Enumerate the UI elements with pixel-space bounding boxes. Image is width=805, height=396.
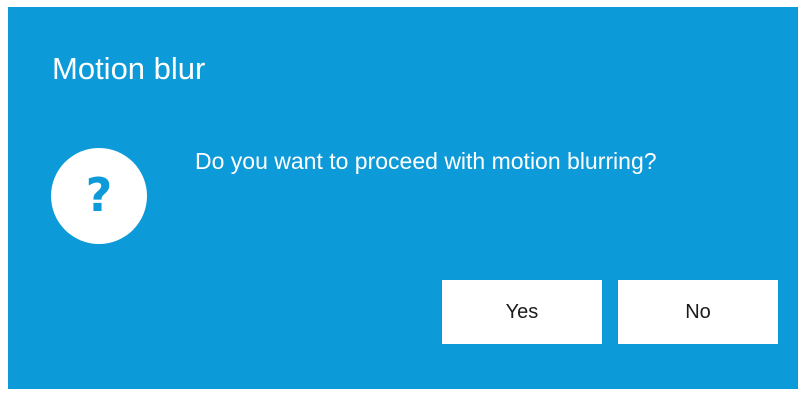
dialog-message: Do you want to proceed with motion blurr…	[195, 148, 657, 174]
yes-button[interactable]: Yes	[442, 280, 602, 344]
motion-blur-dialog: Motion blur ? Do you want to proceed wit…	[8, 7, 798, 389]
dialog-title: Motion blur	[52, 51, 206, 86]
no-button[interactable]: No	[618, 280, 778, 344]
question-mark-icon: ?	[51, 148, 147, 244]
question-mark-glyph: ?	[85, 168, 113, 222]
